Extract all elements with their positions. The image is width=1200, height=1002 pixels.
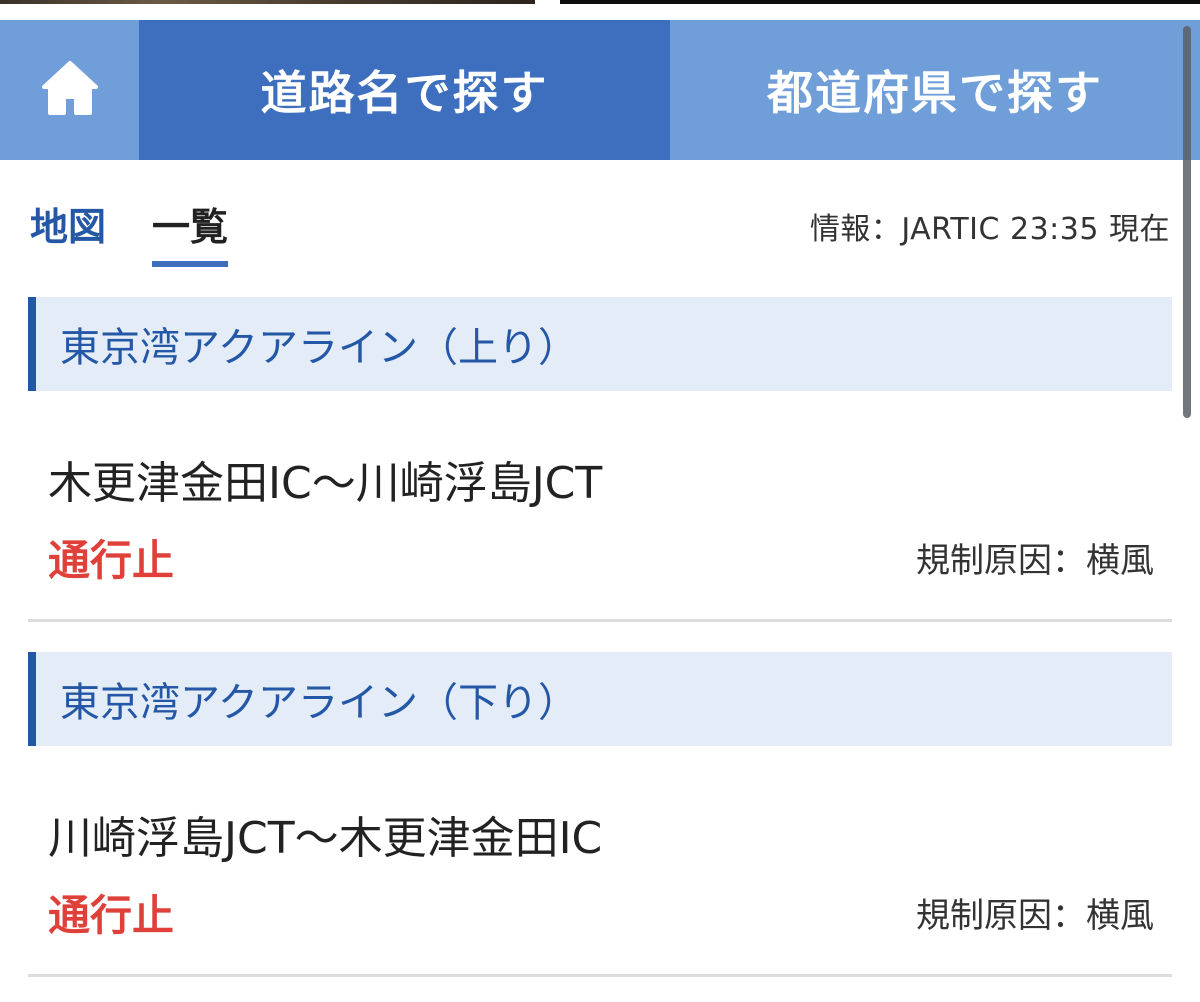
status-badge: 通行止 (48, 891, 175, 940)
home-icon (40, 59, 100, 121)
tab-search-by-road[interactable]: 道路名で探す (139, 20, 670, 160)
route-segment: 川崎浮島JCT〜木更津金田IC (48, 813, 603, 864)
scrollbar[interactable] (1183, 26, 1191, 418)
section-header-down: 東京湾アクアライン（下り） (28, 652, 1172, 746)
photo-edge (0, 0, 535, 4)
regulation-reason: 規制原因：横風 (916, 896, 1154, 936)
list-item[interactable]: 木更津金田IC〜川崎浮島JCT 通行止 規制原因：横風 (28, 391, 1172, 622)
status-badge: 通行止 (48, 536, 175, 585)
dark-edge (560, 0, 1200, 4)
tab-list[interactable]: 一覧 (152, 196, 229, 267)
home-button[interactable] (0, 20, 139, 160)
route-segment: 木更津金田IC〜川崎浮島JCT (48, 458, 603, 509)
tab-search-by-prefecture[interactable]: 都道府県で探す (670, 20, 1200, 160)
info-timestamp: 情報：JARTIC 23:35 現在 (809, 212, 1170, 247)
regulation-reason: 規制原因：横風 (916, 541, 1154, 581)
search-navbar: 道路名で探す 都道府県で探す (0, 20, 1200, 160)
section-header-up: 東京湾アクアライン（上り） (28, 297, 1172, 391)
list-item[interactable]: 川崎浮島JCT〜木更津金田IC 通行止 規制原因：横風 (28, 746, 1172, 977)
top-photo-strip (0, 0, 1200, 6)
tab-map[interactable]: 地図 (30, 196, 106, 261)
view-switch: 地図 一覧 (30, 196, 229, 267)
